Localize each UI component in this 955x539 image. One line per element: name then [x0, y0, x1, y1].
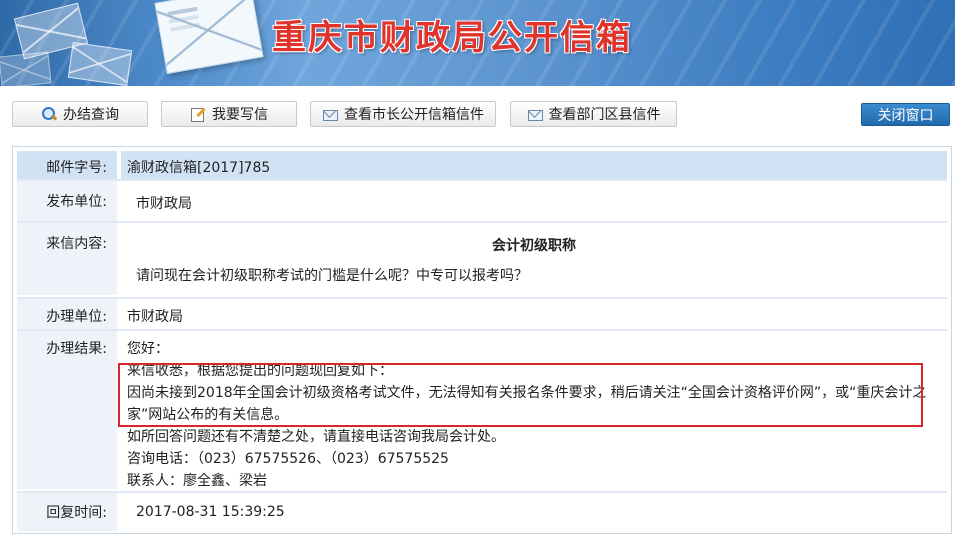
result-line: 您好：	[127, 341, 169, 357]
letter-number-label: 邮件字号:	[46, 160, 107, 176]
letter-content-title: 会计初级职称	[492, 238, 576, 254]
site-banner: 重庆市财政局公开信箱	[0, 0, 955, 86]
search-icon	[41, 106, 57, 122]
letter-content-row: 来信内容: 会计初级职称 请问现在会计初级职称考试的门槛是什么呢？中专可以报考吗…	[17, 223, 947, 295]
department-letters-button[interactable]: 查看部门区县信件	[510, 101, 677, 127]
contact-person-line: 联系人：廖全鑫、梁岩	[127, 473, 267, 489]
letter-detail-table: 邮件字号: 渝财政信箱[2017]785 发布单位: 市财政局 来信内容: 会计…	[12, 146, 952, 534]
department-letters-label: 查看部门区县信件	[548, 107, 661, 123]
mail-icon	[322, 106, 338, 122]
handler-label: 办理单位:	[46, 309, 107, 325]
result-label: 办理结果:	[46, 341, 107, 357]
completed-query-button[interactable]: 办结查询	[12, 101, 148, 127]
letter-number-row: 邮件字号: 渝财政信箱[2017]785	[17, 151, 947, 179]
envelope-icon	[0, 51, 52, 86]
reply-time-value: 2017-08-31 15:39:25	[136, 504, 285, 520]
publisher-row: 发布单位: 市财政局	[17, 181, 947, 221]
site-title: 重庆市财政局公开信箱	[272, 18, 632, 58]
letter-content-label: 来信内容:	[46, 236, 107, 252]
handler-value: 市财政局	[127, 309, 183, 325]
letter-content-body: 请问现在会计初级职称考试的门槛是什么呢？中专可以报考吗？	[136, 268, 528, 284]
pencil-icon	[190, 106, 206, 122]
write-letter-button[interactable]: 我要写信	[161, 101, 297, 127]
mayor-mailbox-letters-label: 查看市长公开信箱信件	[344, 107, 484, 123]
letter-number-value: 渝财政信箱[2017]785	[127, 160, 271, 176]
reply-time-label: 回复时间:	[46, 505, 107, 521]
reply-time-row: 回复时间: 2017-08-31 15:39:25	[17, 493, 947, 531]
result-line: 如所回答问题还有不清楚之处，请直接电话咨询我局会计处。	[127, 429, 505, 445]
mail-icon	[527, 106, 543, 122]
publisher-label: 发布单位:	[46, 194, 107, 210]
publisher-value: 市财政局	[136, 196, 192, 212]
close-window-button[interactable]: 关闭窗口	[861, 103, 950, 126]
completed-query-label: 办结查询	[63, 107, 119, 123]
highlight-box	[118, 363, 923, 427]
contact-phone-line: 咨询电话：（023）67575526、（023）67575525	[127, 451, 449, 467]
write-letter-label: 我要写信	[212, 107, 268, 123]
mayor-mailbox-letters-button[interactable]: 查看市长公开信箱信件	[310, 101, 496, 127]
handler-row: 办理单位: 市财政局	[17, 299, 947, 329]
